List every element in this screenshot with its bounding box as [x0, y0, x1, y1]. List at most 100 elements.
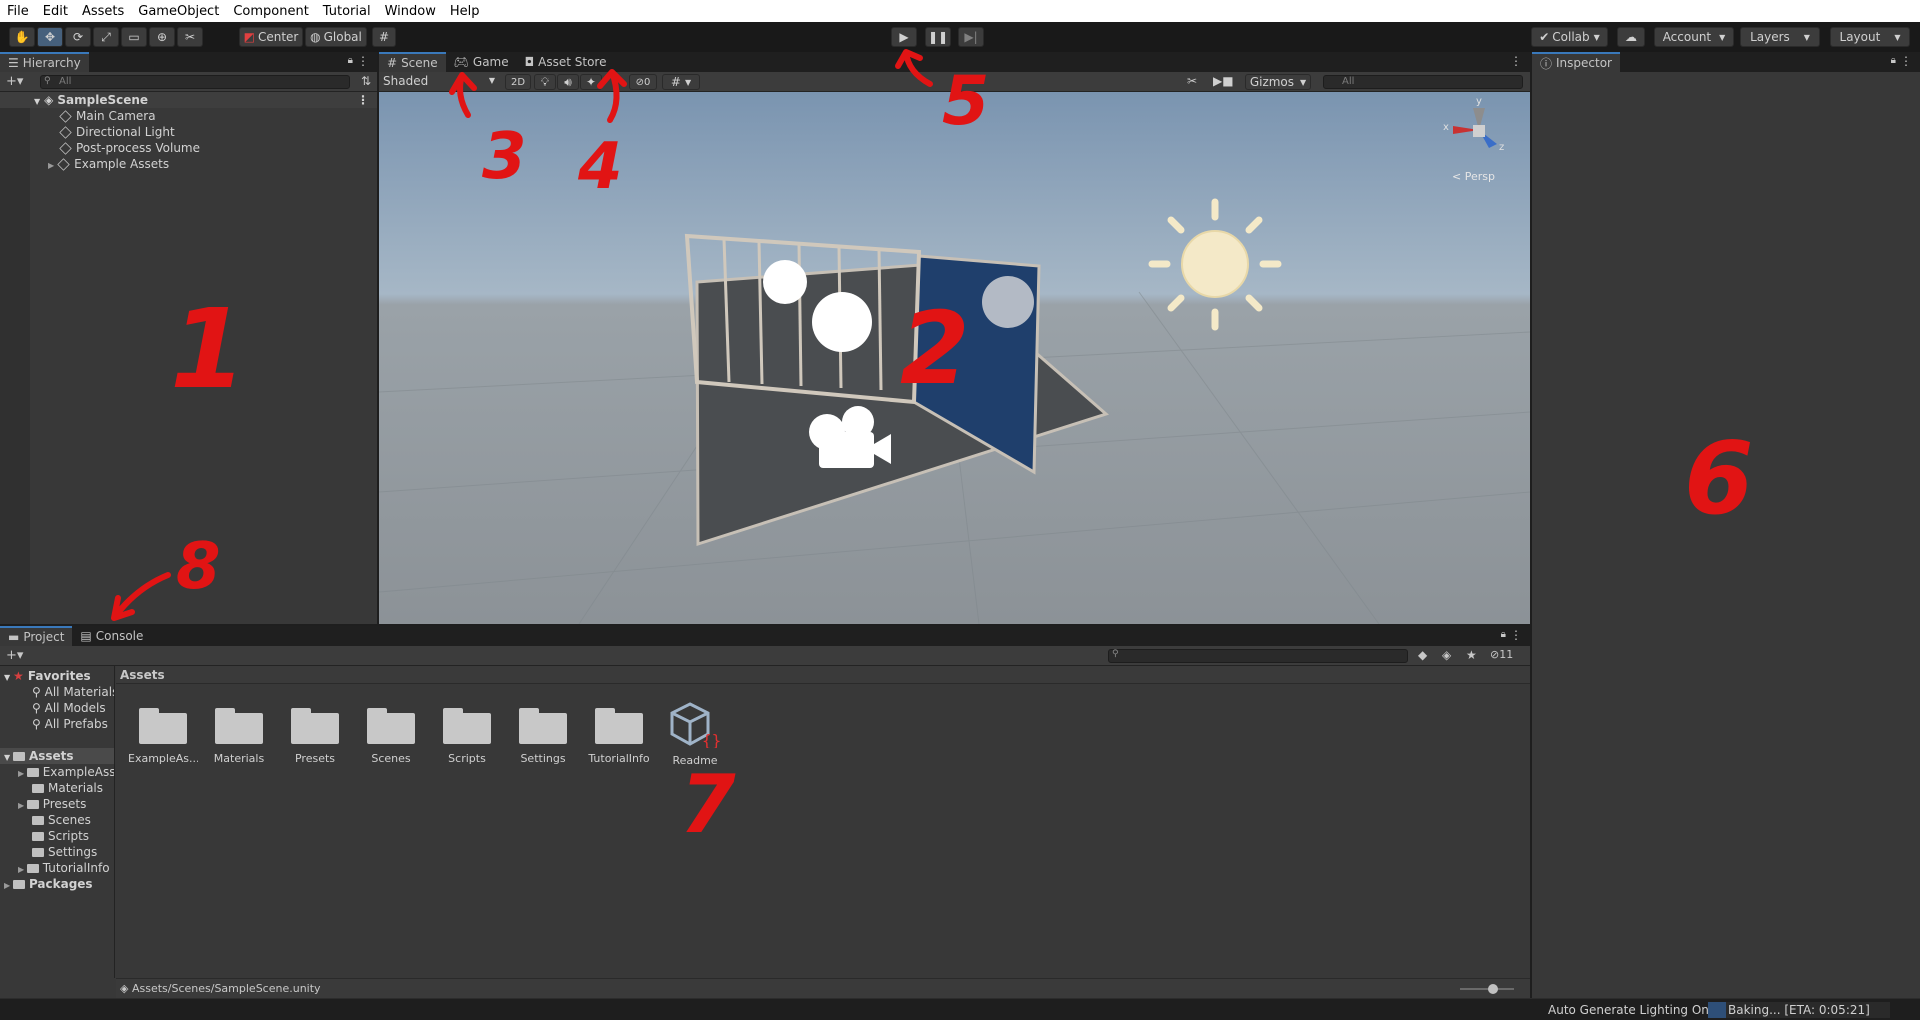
list-icon: ☰: [8, 56, 19, 70]
tree-folder-materials[interactable]: Materials: [0, 780, 103, 796]
asset-folder-tutorialinfo[interactable]: TutorialInfo: [584, 706, 654, 765]
lock-icon[interactable]: 🔒︎: [348, 55, 353, 66]
menu-edit[interactable]: Edit: [36, 4, 75, 19]
kebab-menu-icon[interactable]: ⋮: [1510, 628, 1522, 642]
step-button[interactable]: ▶|: [958, 27, 984, 47]
hand-tool-icon[interactable]: ✋: [9, 27, 35, 47]
assets-root-row[interactable]: ▼ Assets: [0, 748, 114, 764]
scale-tool-icon[interactable]: ⤢: [93, 27, 119, 47]
pivot-global-button[interactable]: ◍ Global: [305, 27, 367, 47]
tree-folder-tutorialinfo[interactable]: ▶ TutorialInfo: [0, 860, 110, 876]
rotate-tool-icon[interactable]: ⟳: [65, 27, 91, 47]
collab-button[interactable]: ✔ Collab ▼: [1531, 27, 1608, 47]
tree-folder-exampleassets[interactable]: ▶ ExampleAssets: [0, 764, 114, 780]
transform-tool-icon[interactable]: ⊕: [149, 27, 175, 47]
mode-2d-button[interactable]: 2D: [505, 74, 531, 90]
hidden-packages-toggle[interactable]: ⊘11: [1490, 648, 1513, 661]
kebab-menu-icon[interactable]: ⋮: [357, 54, 369, 68]
asset-folder-materials[interactable]: Materials: [204, 706, 274, 765]
icon-size-slider[interactable]: [1460, 988, 1514, 990]
layers-dropdown[interactable]: Layers ▼: [1740, 27, 1820, 47]
project-search-input[interactable]: [1108, 649, 1408, 663]
hierarchy-item-example-assets[interactable]: ▶ Example Assets: [0, 156, 169, 172]
lock-icon[interactable]: 🔒︎: [1891, 55, 1896, 66]
tab-scene[interactable]: # Scene: [379, 52, 446, 72]
menu-gameobject[interactable]: GameObject: [131, 4, 226, 19]
menu-assets[interactable]: Assets: [75, 4, 131, 19]
tab-project[interactable]: ▬ Project: [0, 626, 73, 646]
icon-size-slider-thumb[interactable]: [1488, 984, 1498, 994]
hierarchy-item-post-process[interactable]: Post-process Volume: [0, 140, 200, 156]
play-button[interactable]: ▶: [891, 27, 917, 47]
pivot-center-button[interactable]: ◩ Center: [239, 27, 303, 47]
tree-folder-settings[interactable]: Settings: [0, 844, 97, 860]
menu-help[interactable]: Help: [443, 4, 487, 19]
scene-orientation-gizmo[interactable]: y x z: [1439, 96, 1519, 170]
persp-label[interactable]: < Persp: [1452, 170, 1495, 183]
move-tool-icon[interactable]: ✥: [37, 27, 63, 47]
tree-folder-scripts[interactable]: Scripts: [0, 828, 89, 844]
custom-tool-icon[interactable]: ✂: [177, 27, 203, 47]
filter-label-icon[interactable]: ◈: [1442, 648, 1451, 662]
inspector-tabbar: ⓘ Inspector 🔒︎ ⋮: [1532, 52, 1920, 72]
annotation-2: 2: [900, 290, 970, 407]
tree-folder-scenes[interactable]: Scenes: [0, 812, 91, 828]
shading-dropdown[interactable]: Shaded ▼: [383, 74, 499, 90]
scene-row[interactable]: ▼ ◈ SampleScene ⋮: [0, 92, 377, 108]
lighting-toggle-icon[interactable]: 💡︎: [534, 74, 556, 90]
favorite-all-prefabs[interactable]: ⚲ All Prefabs: [0, 716, 108, 732]
pause-button[interactable]: ❚❚: [925, 27, 951, 47]
camera-dropdown[interactable]: ▶■: [1213, 74, 1241, 88]
kebab-menu-icon[interactable]: ⋮: [1900, 54, 1912, 68]
tree-folder-presets[interactable]: ▶ Presets: [0, 796, 86, 812]
add-icon[interactable]: +▾: [6, 648, 23, 663]
breadcrumb-assets[interactable]: Assets: [120, 668, 165, 682]
add-icon[interactable]: +▾: [6, 74, 23, 89]
tools-icon[interactable]: ✂: [1187, 74, 1197, 88]
hierarchy-item-main-camera[interactable]: Main Camera: [0, 108, 156, 124]
asset-label: Scenes: [371, 752, 411, 765]
tab-asset-store[interactable]: ◘ Asset Store: [517, 52, 615, 72]
effects-toggle-icon[interactable]: ✦: [580, 74, 602, 90]
hidden-objects-toggle[interactable]: ⊘ 0: [629, 74, 657, 90]
menu-file[interactable]: File: [0, 4, 36, 19]
tab-console[interactable]: ▤ Console: [72, 626, 151, 646]
menu-window[interactable]: Window: [378, 4, 443, 19]
layers-label: Layers: [1750, 30, 1790, 44]
audio-toggle-icon[interactable]: 🔊︎: [557, 74, 579, 90]
asset-folder-scenes[interactable]: Scenes: [356, 706, 426, 765]
rect-tool-icon[interactable]: ▭: [121, 27, 147, 47]
asset-readme[interactable]: {} Readme: [660, 700, 730, 767]
packages-root-row[interactable]: ▶ Packages: [0, 876, 93, 892]
gizmos-dropdown[interactable]: Gizmos ▼: [1245, 74, 1311, 90]
expand-arrow-icon: ▶: [18, 769, 27, 778]
asset-folder-settings[interactable]: Settings: [508, 706, 578, 765]
tab-inspector[interactable]: ⓘ Inspector: [1532, 52, 1620, 72]
tab-hierarchy[interactable]: ☰ Hierarchy: [0, 52, 89, 72]
favorite-star-icon[interactable]: ★: [1466, 648, 1477, 662]
filter-type-icon[interactable]: ◆: [1418, 648, 1427, 662]
favorites-row[interactable]: ▼ ★ Favorites: [0, 668, 91, 684]
asset-folder-scripts[interactable]: Scripts: [432, 706, 502, 765]
menu-component[interactable]: Component: [226, 4, 315, 19]
cloud-icon[interactable]: ☁: [1617, 27, 1645, 47]
hierarchy-item-directional-light[interactable]: Directional Light: [0, 124, 175, 140]
favorite-all-models[interactable]: ⚲ All Models: [0, 700, 106, 716]
baking-progress-bar[interactable]: Baking... [ETA: 0:05:21]: [1708, 1002, 1890, 1018]
menu-tutorial[interactable]: Tutorial: [316, 4, 378, 19]
asset-folder-presets[interactable]: Presets: [280, 706, 350, 765]
snap-grid-icon[interactable]: #: [372, 27, 396, 47]
kebab-menu-icon[interactable]: ⋮: [357, 92, 369, 108]
layout-dropdown[interactable]: Layout ▼: [1830, 27, 1910, 47]
selected-asset-path: Assets/Scenes/SampleScene.unity: [131, 982, 321, 995]
account-dropdown[interactable]: Account ▼: [1654, 27, 1734, 47]
grid-snap-dropdown[interactable]: # ▼: [662, 74, 700, 90]
hierarchy-search-input[interactable]: All: [40, 75, 350, 89]
tab-game[interactable]: 🎮︎ Game: [446, 52, 517, 72]
sort-icon[interactable]: ⇅: [361, 74, 371, 88]
kebab-menu-icon[interactable]: ⋮: [1510, 54, 1522, 68]
scene-search-input[interactable]: All: [1323, 75, 1523, 89]
favorite-all-materials[interactable]: ⚲ All Materials: [0, 684, 114, 700]
lock-icon[interactable]: 🔒︎: [1501, 629, 1506, 640]
asset-folder-exampleassets[interactable]: ExampleAs...: [128, 706, 198, 765]
